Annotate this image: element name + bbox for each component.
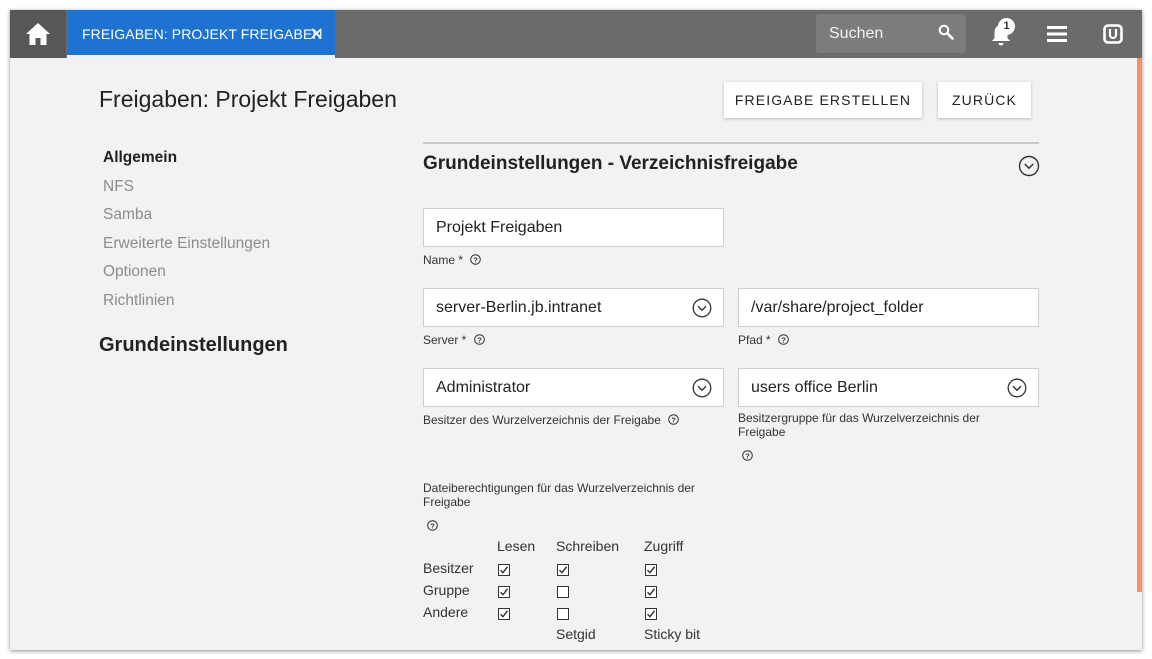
back-button[interactable]: ZURÜCK — [938, 82, 1031, 118]
collapse-chevron-icon[interactable] — [1018, 155, 1040, 177]
help-icon[interactable]: ? — [668, 414, 680, 425]
scrollbar[interactable] — [1137, 58, 1142, 592]
name-value: Projekt Freigaben — [436, 218, 563, 236]
setgid-label: Setgid — [556, 626, 596, 642]
section-nav: Allgemein NFS Samba Erweiterte Einstellu… — [103, 148, 270, 320]
permissions-grid: Lesen Schreiben Zugriff Besitzer Gruppe … — [423, 538, 743, 648]
help-icon[interactable]: ? — [470, 254, 482, 265]
checkbox-gruppe-lesen[interactable] — [498, 586, 510, 598]
owner-label-text: Besitzer des Wurzelverzeichnis der Freig… — [423, 413, 661, 427]
checkbox-gruppe-zugriff[interactable] — [645, 586, 657, 598]
path-value: /var/share/project_folder — [751, 298, 924, 316]
checkbox-andere-lesen[interactable] — [498, 608, 510, 620]
chevron-down-icon — [692, 378, 712, 398]
create-share-button[interactable]: FREIGABE ERSTELLEN — [724, 82, 922, 118]
owner-label: Besitzer des Wurzelverzeichnis der Freig… — [423, 413, 723, 427]
path-label: Pfad * ? — [738, 333, 789, 347]
checkbox-gruppe-schreiben[interactable] — [557, 586, 569, 598]
search-placeholder: Suchen — [829, 24, 884, 42]
svg-text:?: ? — [474, 255, 479, 264]
help-icon[interactable]: ? — [473, 334, 485, 345]
checkbox-besitzer-lesen[interactable] — [498, 564, 510, 576]
user-icon[interactable] — [1103, 24, 1123, 44]
menu-icon[interactable] — [1046, 24, 1068, 44]
svg-text:?: ? — [745, 451, 750, 460]
svg-text:?: ? — [781, 335, 786, 344]
checkbox-andere-schreiben[interactable] — [557, 608, 569, 620]
close-icon[interactable] — [307, 24, 325, 42]
group-select[interactable]: users office Berlin — [738, 368, 1039, 407]
home-button[interactable] — [10, 10, 66, 58]
group-label: Besitzergruppe für das Wurzelverzeichnis… — [738, 411, 980, 439]
nav-item-erweiterte-einstellungen[interactable]: Erweiterte Einstellungen — [103, 234, 270, 263]
server-label-text: Server * — [423, 333, 467, 347]
notification-badge: 1 — [998, 18, 1015, 35]
section-divider — [423, 142, 1039, 144]
section-title: Grundeinstellungen - Verzeichnisfreigabe — [423, 153, 798, 174]
server-select[interactable]: server-Berlin.jb.intranet — [423, 288, 724, 327]
help-icon[interactable]: ? — [742, 450, 753, 461]
checkbox-besitzer-zugriff[interactable] — [645, 564, 657, 576]
tab-label: FREIGABEN: PROJEKT FREIGABEN — [82, 26, 323, 42]
name-label: Name * ? — [423, 253, 482, 267]
tab-indicator — [67, 55, 335, 58]
sticky-bit-label: Sticky bit — [644, 626, 701, 642]
checkbox-andere-zugriff[interactable] — [645, 608, 657, 620]
nav-item-richtlinien[interactable]: Richtlinien — [103, 291, 270, 320]
row-label-gruppe: Gruppe — [423, 582, 470, 598]
path-field[interactable]: /var/share/project_folder — [738, 288, 1039, 327]
nav-heading: Grundeinstellungen — [99, 334, 288, 356]
nav-item-samba[interactable]: Samba — [103, 205, 270, 234]
nav-item-allgemein[interactable]: Allgemein — [103, 148, 270, 177]
app-window: FREIGABEN: PROJEKT FREIGABEN Suchen 1 Fr… — [10, 10, 1142, 650]
column-header-schreiben: Schreiben — [556, 538, 620, 554]
help-icon[interactable]: ? — [427, 520, 438, 531]
name-label-text: Name * — [423, 253, 464, 267]
checkbox-besitzer-schreiben[interactable] — [557, 564, 569, 576]
chevron-down-icon — [692, 298, 712, 318]
search-icon[interactable] — [938, 24, 954, 40]
row-label-besitzer: Besitzer — [423, 560, 474, 576]
search-input[interactable]: Suchen — [816, 14, 966, 53]
owner-select[interactable]: Administrator — [423, 368, 724, 407]
server-label: Server * ? — [423, 333, 485, 347]
page-title: Freigaben: Projekt Freigaben — [99, 86, 397, 112]
top-bar: FREIGABEN: PROJEKT FREIGABEN Suchen 1 — [10, 10, 1142, 58]
name-field[interactable]: Projekt Freigaben — [423, 208, 724, 247]
server-value: server-Berlin.jb.intranet — [436, 298, 602, 316]
path-label-text: Pfad * — [738, 333, 771, 347]
nav-item-nfs[interactable]: NFS — [103, 177, 270, 206]
help-icon[interactable]: ? — [778, 334, 789, 345]
owner-value: Administrator — [436, 378, 531, 396]
notifications-button[interactable]: 1 — [990, 18, 1016, 48]
home-icon — [26, 23, 50, 45]
column-header-lesen: Lesen — [497, 538, 536, 554]
row-label-andere: Andere — [423, 604, 469, 620]
column-header-zugriff: Zugriff — [644, 538, 684, 554]
chevron-down-icon — [1007, 378, 1027, 398]
svg-text:?: ? — [671, 415, 676, 424]
svg-text:?: ? — [477, 335, 482, 344]
tab-freigaben[interactable]: FREIGABEN: PROJEKT FREIGABEN — [67, 10, 335, 58]
group-value: users office Berlin — [751, 378, 878, 396]
nav-item-optionen[interactable]: Optionen — [103, 262, 270, 291]
svg-text:?: ? — [430, 521, 435, 530]
permissions-label: Dateiberechtigungen für das Wurzelverzei… — [423, 481, 695, 509]
